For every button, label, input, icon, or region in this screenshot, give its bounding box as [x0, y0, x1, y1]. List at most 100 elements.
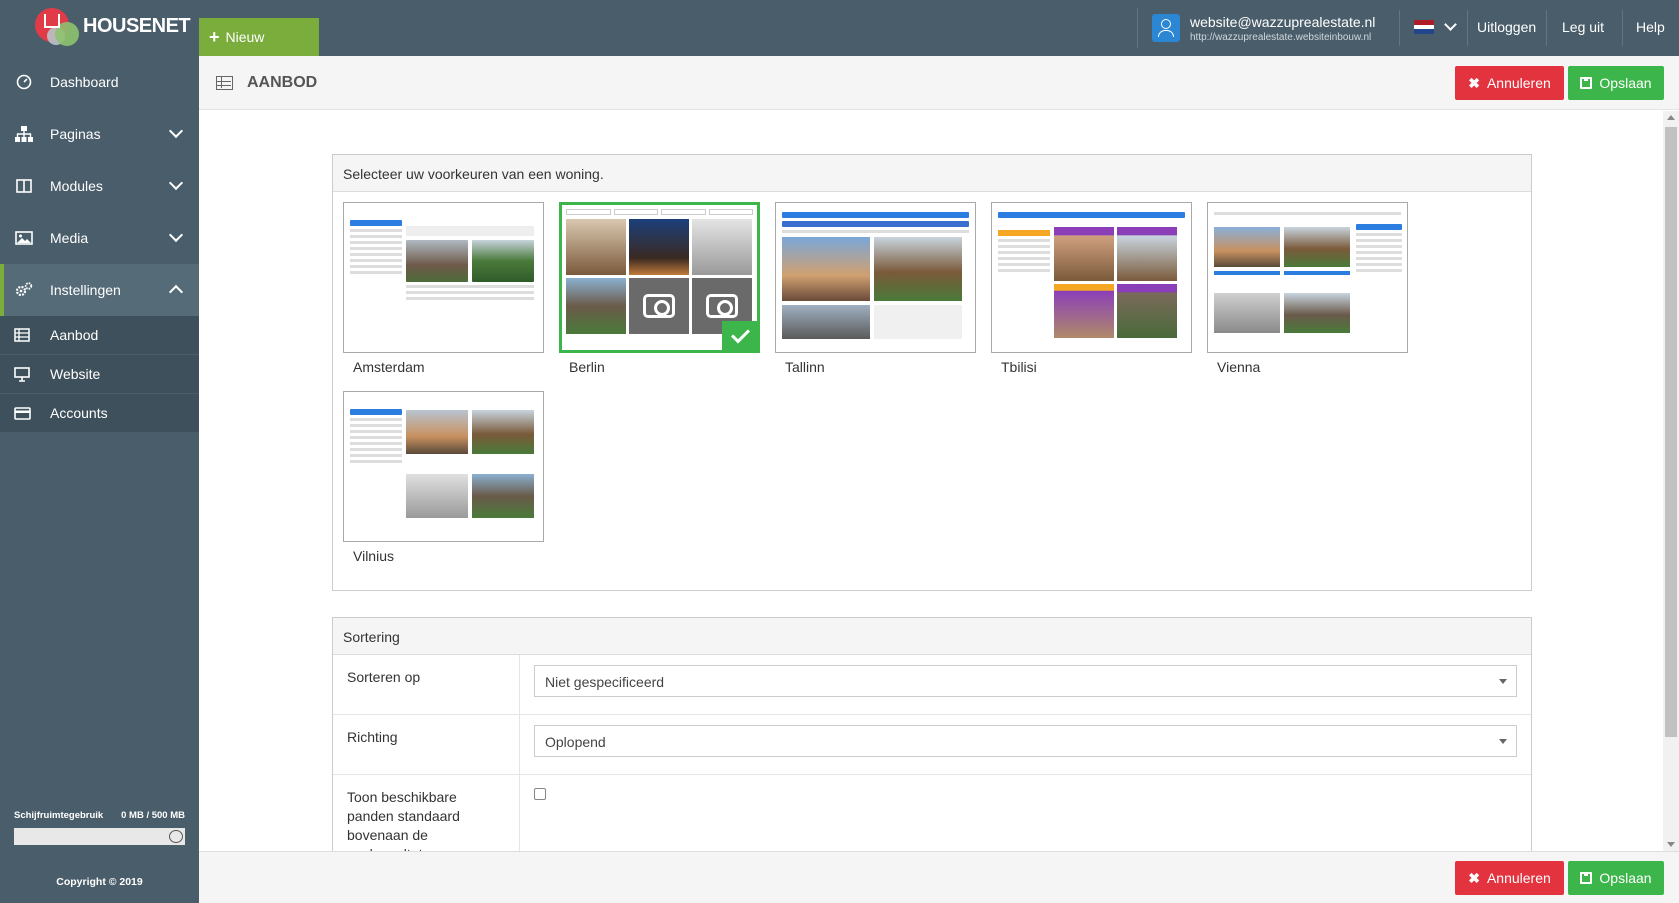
divider: [1546, 10, 1547, 46]
divider: [1467, 10, 1468, 46]
chevron-down-icon: [168, 123, 184, 139]
template-amsterdam[interactable]: Amsterdam: [343, 202, 544, 385]
new-button-label: Nieuw: [225, 29, 265, 45]
check-icon: [722, 321, 757, 350]
save-button-label: Opslaan: [1599, 870, 1652, 886]
template-thumbnail[interactable]: [1207, 202, 1408, 353]
template-tbilisi[interactable]: Tbilisi: [991, 202, 1192, 385]
sidebar-item-instellingen[interactable]: Instellingen: [0, 264, 199, 316]
cancel-button-bottom[interactable]: ✖ Annuleren: [1455, 861, 1564, 895]
dutch-flag-icon[interactable]: [1414, 20, 1434, 35]
user-email: website@wazzuprealestate.nl: [1190, 13, 1376, 30]
user-icon: [1152, 14, 1180, 42]
template-vienna[interactable]: Vienna: [1207, 202, 1408, 385]
sidebar: HOUSENET Dashboard Paginas Modules Media…: [0, 0, 199, 903]
template-thumbnail[interactable]: [343, 391, 544, 542]
template-name: Amsterdam: [353, 359, 425, 375]
template-name: Vienna: [1217, 359, 1261, 375]
cancel-button-label: Annuleren: [1486, 75, 1551, 91]
sidebar-item-label: Modules: [50, 178, 103, 194]
sitemap-icon: [14, 126, 34, 142]
template-thumbnail-selected[interactable]: [559, 202, 760, 353]
camera-icon: [643, 294, 675, 318]
form-row-available-first: Toon beschikbare panden standaard bovena…: [333, 775, 1531, 851]
template-vilnius[interactable]: Vilnius: [343, 391, 544, 574]
sidebar-subitem-aanbod[interactable]: Aanbod: [0, 316, 199, 355]
template-name: Berlin: [569, 359, 605, 375]
logout-link[interactable]: Uitloggen: [1477, 19, 1536, 35]
card-icon: [14, 405, 34, 421]
template-tallinn[interactable]: Tallinn: [775, 202, 976, 385]
template-berlin[interactable]: Berlin: [559, 202, 760, 385]
page-header: AANBOD ✖ Annuleren Opslaan: [199, 56, 1679, 110]
save-button-label: Opslaan: [1599, 75, 1652, 91]
table-icon: [216, 76, 233, 90]
form-row-sort: Sorteren op Niet gespecificeerd: [333, 655, 1531, 715]
disk-usage-bar: [14, 828, 185, 845]
caret-down-icon: [1499, 679, 1507, 684]
template-name: Tbilisi: [1001, 359, 1037, 375]
chevron-up-icon: [168, 284, 184, 300]
new-button[interactable]: + Nieuw: [199, 18, 319, 56]
template-thumbnail[interactable]: [343, 202, 544, 353]
save-button[interactable]: Opslaan: [1568, 66, 1664, 100]
topbar: + Nieuw website@wazzuprealestate.nl http…: [199, 0, 1679, 56]
cancel-button-label: Annuleren: [1486, 870, 1551, 886]
sort-label: Sorteren op: [333, 655, 520, 714]
scrollbar-thumb[interactable]: [1665, 127, 1677, 737]
user-website-url[interactable]: http://wazzuprealestate.websiteinbouw.nl: [1190, 32, 1375, 43]
dashboard-icon: [14, 74, 34, 90]
direction-label: Richting: [333, 715, 520, 774]
house-icon: [44, 14, 60, 28]
chevron-down-icon: [168, 175, 184, 191]
cancel-button[interactable]: ✖ Annuleren: [1455, 66, 1564, 100]
sidebar-item-paginas[interactable]: Paginas: [0, 108, 199, 160]
plus-icon: +: [209, 26, 220, 47]
help-link[interactable]: Help: [1636, 19, 1665, 35]
cogs-icon: [14, 282, 34, 298]
columns-icon: [14, 178, 34, 194]
sidebar-item-label: Paginas: [50, 126, 101, 142]
template-thumbnail[interactable]: [991, 202, 1192, 353]
template-panel-heading: Selecteer uw voorkeuren van een woning.: [333, 155, 1531, 192]
form-row-direction: Richting Oplopend: [333, 715, 1531, 775]
sidebar-subitem-website[interactable]: Website: [0, 355, 199, 394]
brand-name: HOUSENET: [83, 15, 191, 37]
housenet-logo[interactable]: HOUSENET: [0, 0, 199, 56]
direction-select[interactable]: Oplopend: [534, 725, 1517, 757]
sidebar-subitem-label: Accounts: [50, 405, 108, 421]
sidebar-item-modules[interactable]: Modules: [0, 160, 199, 212]
sorting-panel: Sortering Sorteren op Niet gespecificeer…: [332, 617, 1532, 851]
refresh-icon[interactable]: [169, 830, 183, 843]
monitor-icon: [14, 366, 34, 382]
template-name: Vilnius: [353, 548, 394, 564]
sidebar-item-media[interactable]: Media: [0, 212, 199, 264]
template-thumbnail[interactable]: [775, 202, 976, 353]
template-name: Tallinn: [785, 359, 825, 375]
user-account[interactable]: website@wazzuprealestate.nl http://wazzu…: [1137, 8, 1375, 48]
disk-usage-value: 0 MB / 500 MB: [121, 810, 185, 821]
sort-select-value: Niet gespecificeerd: [545, 674, 665, 690]
image-icon: [14, 230, 34, 246]
caret-down-icon: [1499, 739, 1507, 744]
main-content: Selecteer uw voorkeuren van een woning.: [199, 111, 1663, 851]
leg-uit-link[interactable]: Leg uit: [1562, 19, 1604, 35]
sidebar-item-label: Instellingen: [50, 282, 121, 298]
table-icon: [14, 327, 34, 343]
template-panel: Selecteer uw voorkeuren van een woning.: [332, 154, 1532, 591]
sort-select[interactable]: Niet gespecificeerd: [534, 665, 1517, 697]
vertical-scrollbar[interactable]: [1663, 111, 1679, 851]
sidebar-subitem-accounts[interactable]: Accounts: [0, 394, 199, 433]
scroll-down-arrow-icon[interactable]: [1667, 842, 1675, 847]
scroll-up-arrow-icon[interactable]: [1667, 115, 1675, 120]
chevron-down-icon[interactable]: [1444, 18, 1457, 31]
page-title: AANBOD: [247, 74, 318, 91]
disk-usage: Schijfruimtegebruik 0 MB / 500 MB: [14, 810, 185, 845]
disk-usage-label: Schijfruimtegebruik: [14, 810, 104, 821]
chevron-down-icon: [168, 227, 184, 243]
sidebar-subitem-label: Aanbod: [50, 327, 99, 343]
sidebar-item-dashboard[interactable]: Dashboard: [0, 56, 199, 108]
save-button-bottom[interactable]: Opslaan: [1568, 861, 1664, 895]
available-first-checkbox[interactable]: [534, 788, 546, 800]
sidebar-subitem-label: Website: [50, 366, 101, 382]
